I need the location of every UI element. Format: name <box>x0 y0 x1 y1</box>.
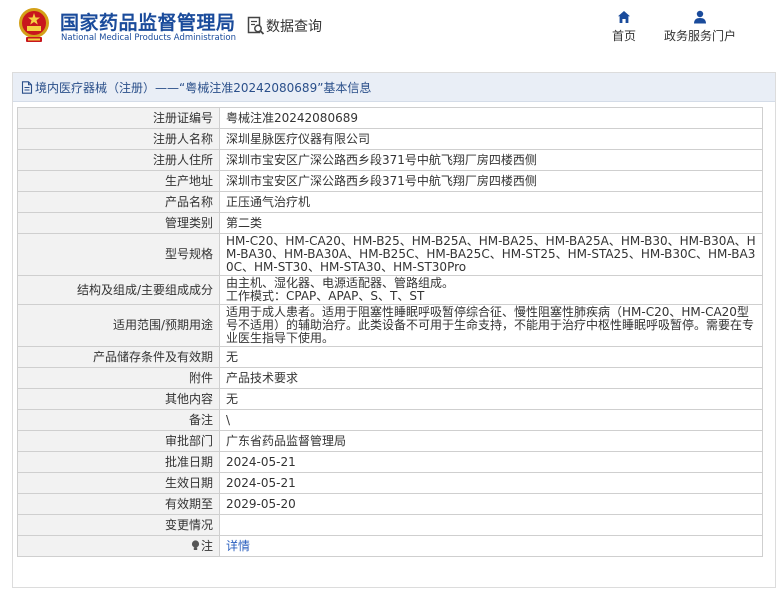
detail-title: 境内医疗器械（注册）——“粤械注准20242080689”基本信息 <box>35 80 372 95</box>
row-label: 审批部门 <box>17 430 220 452</box>
row-label-note: 注 <box>17 535 220 557</box>
detail-panel: 境内医疗器械（注册）——“粤械注准20242080689”基本信息 注册证编号 … <box>12 72 776 588</box>
row-value: 正压通气治疗机 <box>219 191 763 213</box>
brand-subtitle: National Medical Products Administration <box>61 33 236 43</box>
row-label: 批准日期 <box>17 451 220 473</box>
user-icon <box>694 10 706 24</box>
table-row: 产品名称 正压通气治疗机 <box>17 191 763 213</box>
note-label: 注 <box>200 538 213 553</box>
row-value: 无 <box>219 346 763 368</box>
row-label: 生产地址 <box>17 170 220 192</box>
row-label: 有效期至 <box>17 493 220 515</box>
row-value: 无 <box>219 388 763 410</box>
data-query-icon <box>247 16 265 35</box>
work-mode-text: 工作模式：CPAP、APAP、S、T、ST <box>226 289 425 303</box>
table-row: 生产地址 深圳市宝安区广深公路西乡段371号中航飞翔厂房四楼西侧 <box>17 170 763 192</box>
table-row: 注册人名称 深圳星脉医疗仪器有限公司 <box>17 128 763 150</box>
site-header: 国家药品监督管理局 National Medical Products Admi… <box>0 0 777 56</box>
table-row: 其他内容 无 <box>17 388 763 410</box>
national-emblem-icon <box>19 8 49 42</box>
table-row: 注册人住所 深圳市宝安区广深公路西乡段371号中航飞翔厂房四楼西侧 <box>17 149 763 171</box>
row-label: 型号规格 <box>17 233 220 276</box>
row-label: 适用范围/预期用途 <box>17 304 220 347</box>
detail-title-bar: 境内医疗器械（注册）——“粤械注准20242080689”基本信息 <box>13 73 775 102</box>
table-row: 注册证编号 粤械注准20242080689 <box>17 107 763 129</box>
row-value: 深圳市宝安区广深公路西乡段371号中航飞翔厂房四楼西侧 <box>219 149 763 171</box>
row-value: 2029-05-20 <box>219 493 763 515</box>
table-row: 生效日期 2024-05-21 <box>17 472 763 494</box>
row-value: 产品技术要求 <box>219 367 763 389</box>
row-label: 注册人名称 <box>17 128 220 150</box>
table-row: 有效期至 2029-05-20 <box>17 493 763 515</box>
row-label: 结构及组成/主要组成成分 <box>17 275 220 305</box>
nav-gov-portal-button[interactable]: 政务服务门户 <box>660 10 740 44</box>
data-query-label[interactable]: 数据查询 <box>266 16 322 36</box>
table-row: 型号规格 HM-C20、HM-CA20、HM-B25、HM-B25A、HM-BA… <box>17 233 763 276</box>
document-icon <box>21 80 33 94</box>
table-row: 备注 \ <box>17 409 763 431</box>
row-value: 适用于成人患者。适用于阻塞性睡眠呼吸暂停综合征、慢性阻塞性肺疾病（HM-C20、… <box>219 304 763 347</box>
row-label: 管理类别 <box>17 212 220 234</box>
row-label: 变更情况 <box>17 514 220 536</box>
registration-info-table: 注册证编号 粤械注准20242080689 注册人名称 深圳星脉医疗仪器有限公司… <box>17 107 763 557</box>
bulb-icon <box>191 539 200 550</box>
row-value <box>219 514 763 536</box>
row-label: 附件 <box>17 367 220 389</box>
table-row: 变更情况 <box>17 514 763 536</box>
row-value: 2024-05-21 <box>219 472 763 494</box>
row-label: 产品储存条件及有效期 <box>17 346 220 368</box>
row-value: 深圳市宝安区广深公路西乡段371号中航飞翔厂房四楼西侧 <box>219 170 763 192</box>
row-value: 第二类 <box>219 212 763 234</box>
table-row: 注 详情 <box>17 535 763 557</box>
row-label: 注册证编号 <box>17 107 220 129</box>
brand-title: 国家药品监督管理局 <box>60 12 236 34</box>
nav-home-button[interactable]: 首页 <box>608 10 640 44</box>
row-value: 由主机、湿化器、电源适配器、管路组成。 工作模式：CPAP、APAP、S、T、S… <box>219 275 763 305</box>
table-row: 附件 产品技术要求 <box>17 367 763 389</box>
row-value: 深圳星脉医疗仪器有限公司 <box>219 128 763 150</box>
row-value: 详情 <box>219 535 763 557</box>
row-label: 生效日期 <box>17 472 220 494</box>
details-link[interactable]: 详情 <box>226 539 250 553</box>
row-value: 2024-05-21 <box>219 451 763 473</box>
row-label: 其他内容 <box>17 388 220 410</box>
row-value: 粤械注准20242080689 <box>219 107 763 129</box>
row-label: 产品名称 <box>17 191 220 213</box>
table-row: 产品储存条件及有效期 无 <box>17 346 763 368</box>
row-label: 注册人住所 <box>17 149 220 171</box>
table-row: 适用范围/预期用途 适用于成人患者。适用于阻塞性睡眠呼吸暂停综合征、慢性阻塞性肺… <box>17 304 763 347</box>
nav-home-label: 首页 <box>611 29 636 43</box>
table-row: 审批部门 广东省药品监督管理局 <box>17 430 763 452</box>
table-row: 管理类别 第二类 <box>17 212 763 234</box>
home-icon <box>618 11 630 23</box>
nav-portal-label: 政务服务门户 <box>663 29 736 43</box>
row-value: 广东省药品监督管理局 <box>219 430 763 452</box>
row-value: HM-C20、HM-CA20、HM-B25、HM-B25A、HM-BA25、HM… <box>219 233 763 276</box>
row-value: \ <box>219 409 763 431</box>
row-label: 备注 <box>17 409 220 431</box>
table-row: 批准日期 2024-05-21 <box>17 451 763 473</box>
table-row: 结构及组成/主要组成成分 由主机、湿化器、电源适配器、管路组成。 工作模式：CP… <box>17 275 763 305</box>
